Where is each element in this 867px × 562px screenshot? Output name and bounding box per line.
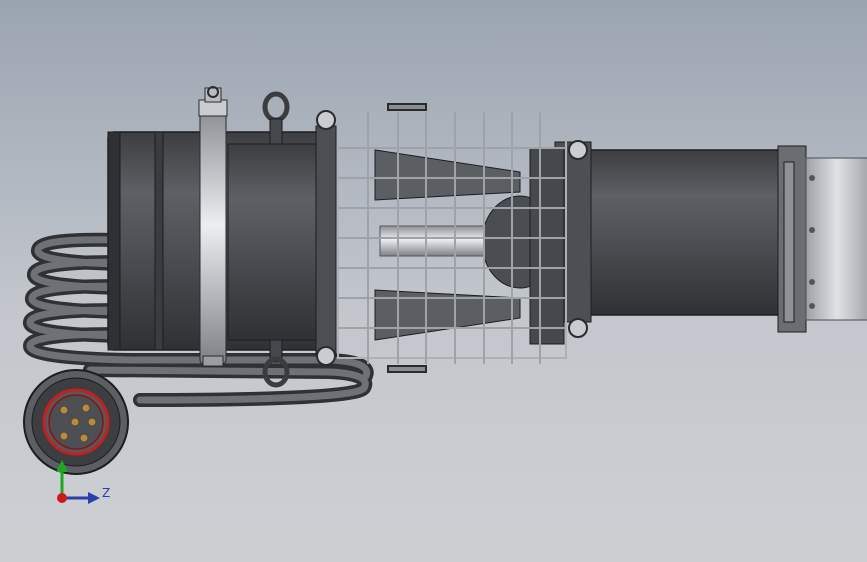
- motor-section: [554, 141, 867, 333]
- clamp-band: [198, 86, 228, 367]
- cable-connector: [23, 369, 129, 475]
- graphics-viewport[interactable]: [0, 0, 867, 562]
- z-axis-label: Z: [102, 486, 111, 500]
